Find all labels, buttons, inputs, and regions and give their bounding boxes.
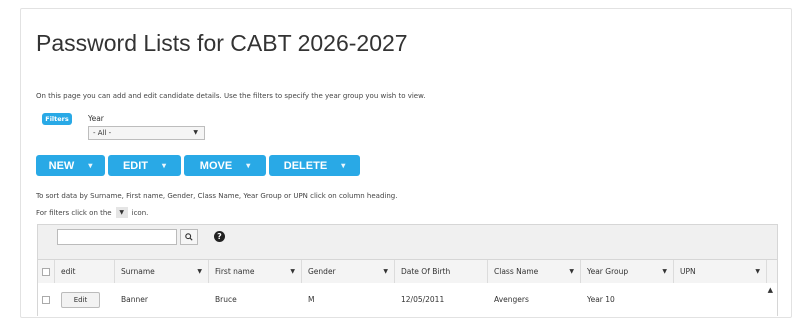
cell-first-name: Bruce: [215, 295, 237, 304]
cell-date-of-birth: 12/05/2011: [401, 295, 445, 304]
cell-gender: M: [308, 295, 315, 304]
move-button[interactable]: MOVE ▾: [184, 155, 266, 176]
filter-note-prefix: For filters click on the: [36, 208, 112, 217]
delete-button[interactable]: DELETE ▾: [269, 155, 360, 176]
new-button-label: NEW: [48, 159, 75, 172]
action-toolbar: NEW ▾ EDIT ▾ MOVE ▾ DELETE ▾: [36, 155, 360, 176]
year-filter-select[interactable]: - All - ▼: [88, 126, 205, 140]
filter-icon[interactable]: ▼: [290, 268, 295, 275]
select-all-cell: [38, 260, 55, 283]
year-filter-value: - All -: [93, 129, 112, 137]
page-title: Password Lists for CABT 2026-2027: [36, 30, 408, 56]
column-header-year-group[interactable]: Year Group ▼: [581, 260, 674, 283]
column-label: Date Of Birth: [401, 267, 451, 276]
select-all-checkbox[interactable]: [42, 267, 50, 276]
search-input[interactable]: [57, 229, 177, 245]
column-label: Gender: [308, 267, 336, 276]
column-header-edit: edit: [55, 260, 115, 283]
filter-note-suffix: icon.: [131, 208, 149, 217]
chevron-down-icon: ▾: [341, 161, 346, 170]
row-edit-button[interactable]: Edit: [61, 291, 100, 308]
filter-icon[interactable]: ▼: [197, 268, 202, 275]
column-header-gender[interactable]: Gender ▼: [302, 260, 395, 283]
move-button-label: MOVE: [199, 159, 233, 172]
row-select-cell: [38, 283, 55, 316]
filter-icon: ▼: [115, 207, 128, 218]
column-label: Class Name: [494, 267, 539, 276]
column-label: UPN: [680, 267, 696, 276]
new-button[interactable]: NEW ▾: [36, 155, 105, 176]
filter-icon[interactable]: ▼: [569, 268, 574, 275]
filters-button[interactable]: Filters: [42, 113, 72, 125]
column-header-upn[interactable]: UPN ▼: [674, 260, 767, 283]
column-label: edit: [61, 267, 76, 276]
help-icon[interactable]: ?: [214, 231, 225, 242]
filter-icon[interactable]: ▼: [662, 268, 667, 275]
cell-class-name: Avengers: [494, 295, 529, 304]
column-label: First name: [215, 267, 255, 276]
filter-instructions: For filters click on the ▼ icon.: [36, 207, 148, 218]
column-label: Year Group: [587, 267, 629, 276]
chevron-down-icon: ▼: [193, 129, 198, 136]
scroll-up-icon[interactable]: ▲: [768, 286, 773, 294]
cell-upn: [674, 283, 767, 316]
table-body: Edit Banner Bruce M 12/05/2011 Avengers …: [38, 283, 777, 316]
sort-instructions: To sort data by Surname, First name, Gen…: [36, 192, 398, 200]
search-icon: [185, 233, 193, 241]
search-button[interactable]: [180, 229, 198, 245]
chevron-down-icon: ▾: [162, 161, 167, 170]
edit-button[interactable]: EDIT ▾: [108, 155, 181, 176]
column-header-first-name[interactable]: First name ▼: [209, 260, 302, 283]
cell-year-group: Year 10: [587, 295, 615, 304]
cell-surname: Banner: [121, 295, 148, 304]
candidates-grid: ? edit Surname ▼ First name ▼ Gender ▼ D…: [37, 224, 778, 316]
delete-button-label: DELETE: [283, 159, 328, 172]
column-label: Surname: [121, 267, 155, 276]
filter-icon[interactable]: ▼: [383, 268, 388, 275]
filter-icon[interactable]: ▼: [755, 268, 760, 275]
row-checkbox[interactable]: [42, 295, 50, 304]
chevron-down-icon: ▾: [88, 161, 93, 170]
year-filter-label: Year: [88, 114, 104, 123]
row-edit-cell: Edit: [55, 283, 115, 316]
column-header-class-name[interactable]: Class Name ▼: [488, 260, 581, 283]
chevron-down-icon: ▾: [246, 161, 251, 170]
table-header: edit Surname ▼ First name ▼ Gender ▼ Dat…: [38, 259, 777, 284]
edit-button-label: EDIT: [122, 159, 149, 172]
column-header-surname[interactable]: Surname ▼: [115, 260, 209, 283]
column-header-date-of-birth[interactable]: Date Of Birth: [395, 260, 488, 283]
intro-text: On this page you can add and edit candid…: [36, 92, 426, 100]
